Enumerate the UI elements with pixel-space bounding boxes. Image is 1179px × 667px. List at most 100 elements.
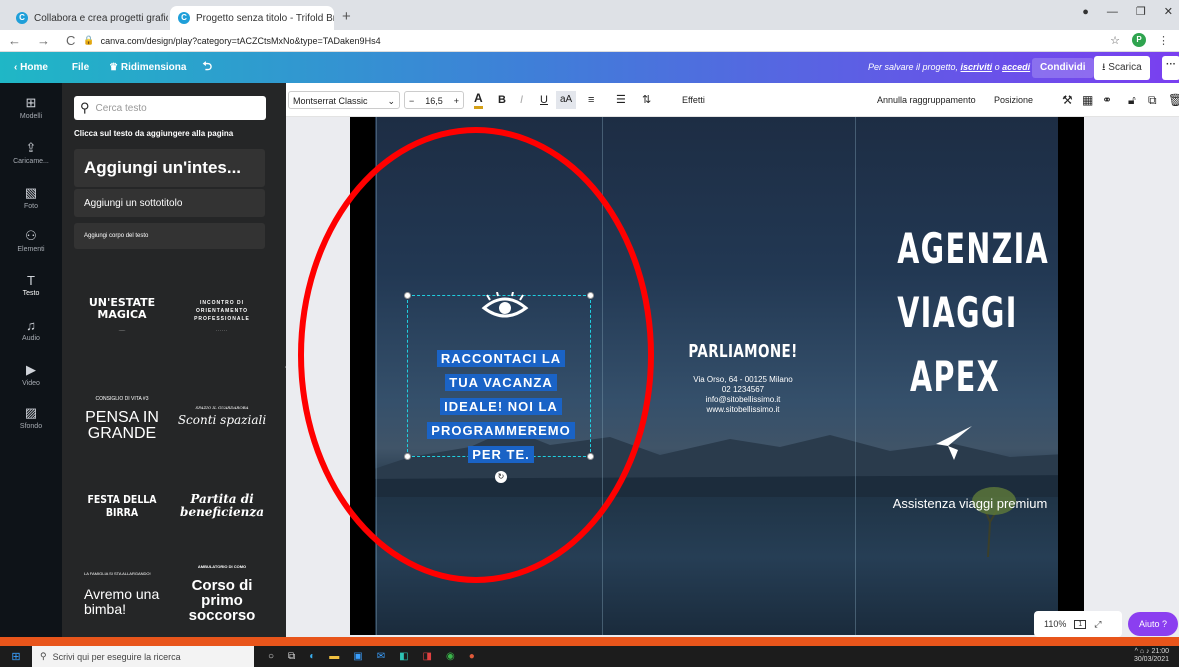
- side-rail: ⊞ Modelli ⇪ Caricame... ▧ Foto ⚇ Elementi TT…: [0, 83, 62, 637]
- airplane-icon[interactable]: [932, 422, 976, 466]
- template-title: UN'ESTATE MAGICA: [88, 295, 156, 321]
- rail-item-audio[interactable]: ♫ Audio: [0, 318, 62, 342]
- office-icon[interactable]: ◨: [423, 651, 432, 662]
- text-template[interactable]: INCONTRO DI ORIENTAMENTO PROFESSIONALE ··…: [174, 273, 270, 359]
- fullscreen-icon[interactable]: ⤢: [1094, 619, 1101, 630]
- text-template[interactable]: AMBULATORIO DI COMO Corso di primo soccor…: [174, 548, 270, 634]
- clock-date: 30/03/2021: [1133, 656, 1169, 663]
- bold-button[interactable]: B: [498, 91, 506, 109]
- add-body-text-button[interactable]: Aggiungi corpo del testo: [74, 223, 265, 249]
- new-tab-button[interactable]: +: [342, 8, 351, 25]
- annotation-ellipse: [298, 127, 654, 583]
- download-label: Scarica: [1108, 62, 1142, 73]
- file-explorer-icon[interactable]: ▬: [329, 651, 339, 662]
- browser-tab[interactable]: C Collabora e crea progetti grafici ×: [8, 6, 168, 30]
- back-button[interactable]: ←: [0, 33, 29, 48]
- reload-button[interactable]: C: [58, 33, 83, 48]
- lock-icon[interactable]: 🔓︎: [1128, 91, 1136, 109]
- tree-illustration: [972, 487, 1016, 557]
- link-icon[interactable]: ⚭: [1102, 91, 1112, 109]
- cortana-icon[interactable]: ○: [268, 651, 274, 662]
- login-link[interactable]: accedi: [1002, 62, 1030, 72]
- text-template[interactable]: Partita di beneficienza: [174, 463, 270, 549]
- windows-start-icon[interactable]: ⊞: [0, 650, 32, 663]
- font-size-value[interactable]: 16,5: [425, 92, 443, 108]
- task-view-icon[interactable]: ⧉: [288, 651, 295, 662]
- search-input[interactable]: ⚲ Cerca testo: [74, 96, 266, 120]
- spacing-icon[interactable]: ⇅: [642, 91, 651, 109]
- rail-item-photos[interactable]: ▧ Foto: [0, 185, 62, 210]
- share-button[interactable]: Condividi: [1032, 58, 1094, 78]
- resize-button[interactable]: ♛ Ridimensiona: [109, 62, 186, 73]
- rail-item-video[interactable]: ▶ Video: [0, 362, 62, 387]
- bookmark-star-icon[interactable]: ☆: [1110, 34, 1120, 47]
- rail-label: Caricame...: [13, 158, 49, 165]
- browser-tab-active[interactable]: C Progetto senza titolo - Trifold Br… ×: [170, 6, 334, 30]
- zoom-control[interactable]: 110% 1 ⤢: [1034, 611, 1122, 637]
- forward-button[interactable]: →: [29, 33, 58, 48]
- font-size-stepper[interactable]: −16,5 +: [404, 91, 464, 109]
- app-icon[interactable]: ◧: [399, 651, 408, 662]
- taskbar-search-input[interactable]: ⚲ Scrivi qui per eseguire la ricerca: [32, 646, 254, 667]
- increase-size-button[interactable]: +: [454, 92, 459, 108]
- effects-button[interactable]: Effetti: [682, 91, 705, 109]
- rail-item-text[interactable]: T Testo: [0, 273, 62, 297]
- avatar[interactable]: P: [1132, 33, 1146, 47]
- contact-info[interactable]: Via Orso, 64 - 00125 Milano 02 1234567 i…: [655, 375, 831, 415]
- tagline[interactable]: Assistenza viaggi premium: [890, 495, 1050, 513]
- duplicate-icon[interactable]: ⧉: [1148, 91, 1157, 109]
- italic-button[interactable]: I: [520, 91, 523, 109]
- url-field[interactable]: canva.com/design/play?category=tACZCtsMx…: [101, 36, 381, 46]
- font-select[interactable]: Montserrat Classic ⌄: [288, 91, 400, 109]
- undo-button[interactable]: ⮌: [202, 57, 212, 78]
- rail-label: Audio: [22, 335, 40, 342]
- background-icon: ▨: [24, 405, 38, 420]
- transparency-icon[interactable]: ▦: [1082, 91, 1093, 109]
- signup-link[interactable]: iscriviti: [961, 62, 993, 72]
- letter-case-button[interactable]: aA: [556, 91, 577, 109]
- edge-icon[interactable]: ◐: [309, 651, 315, 662]
- system-tray[interactable]: ^ ⌂ ♪ 21:00 30/03/2021: [1134, 648, 1169, 664]
- position-button[interactable]: Posizione: [994, 91, 1033, 109]
- text-color-button[interactable]: A: [474, 91, 483, 109]
- window-controls: ● — ❐ ✕: [1082, 5, 1173, 19]
- add-heading-button[interactable]: Aggiungi un'intes...: [74, 149, 265, 187]
- text-template[interactable]: FESTA DELLA BIRRA: [81, 463, 163, 549]
- zoom-level[interactable]: 110%: [1044, 619, 1066, 629]
- rail-item-uploads[interactable]: ⇪ Caricame...: [0, 140, 62, 165]
- ungroup-button[interactable]: Annulla raggruppamento: [877, 91, 976, 109]
- agency-name[interactable]: AGENZIA VIAGGI APEX: [897, 217, 1048, 409]
- more-options-button[interactable]: ···: [1162, 56, 1179, 80]
- help-button[interactable]: Aiuto ?: [1128, 612, 1178, 636]
- chrome-icon[interactable]: ◉: [446, 651, 455, 662]
- add-subtitle-button[interactable]: Aggiungi un sottotitolo: [74, 189, 265, 217]
- decrease-size-button[interactable]: −: [409, 92, 414, 108]
- underline-button[interactable]: U: [540, 91, 548, 109]
- text-template[interactable]: SPAZIO IL GUARDAROBA Sconti spaziali: [174, 373, 270, 459]
- menu-dots-icon[interactable]: ⋮: [1158, 34, 1169, 47]
- app-icon[interactable]: ●: [469, 651, 475, 662]
- delete-icon[interactable]: 🗑︎: [1168, 91, 1179, 109]
- text-template[interactable]: LA FAMIGLIA SI STA ALLARGANDO! Avremo una…: [74, 548, 170, 634]
- text-template[interactable]: CONSIGLIO DI VITA #3 PENSA IN GRANDE: [74, 373, 170, 459]
- profile-menu-icon[interactable]: ●: [1082, 6, 1089, 18]
- rail-item-elements[interactable]: ⚇ Elementi: [0, 228, 62, 253]
- download-button[interactable]: ⭳ Scarica: [1094, 56, 1150, 80]
- mail-icon[interactable]: ✉: [377, 651, 385, 662]
- rail-item-background[interactable]: ▨ Sfondo: [0, 405, 62, 430]
- elements-icon: ⚇: [25, 228, 37, 243]
- list-icon[interactable]: ☰: [616, 91, 626, 109]
- text-template[interactable]: UN'ESTATE MAGICA ······: [74, 273, 170, 359]
- address-bar-row: ← → C 🔒 canva.com/design/play?category=t…: [0, 30, 1179, 52]
- paint-roller-icon[interactable]: ⚒: [1062, 91, 1073, 109]
- contact-title[interactable]: PARLIAMONE!: [673, 341, 813, 362]
- maximize-button[interactable]: ❐: [1136, 5, 1146, 18]
- minimize-button[interactable]: —: [1107, 6, 1118, 18]
- align-icon[interactable]: ≡: [588, 91, 594, 109]
- rail-item-templates[interactable]: ⊞ Modelli: [0, 95, 62, 120]
- page-count[interactable]: 1: [1074, 619, 1087, 629]
- home-button[interactable]: ‹ Home: [14, 62, 48, 73]
- file-menu[interactable]: File: [72, 62, 89, 73]
- store-icon[interactable]: ▣: [353, 651, 362, 662]
- close-window-button[interactable]: ✕: [1164, 5, 1173, 18]
